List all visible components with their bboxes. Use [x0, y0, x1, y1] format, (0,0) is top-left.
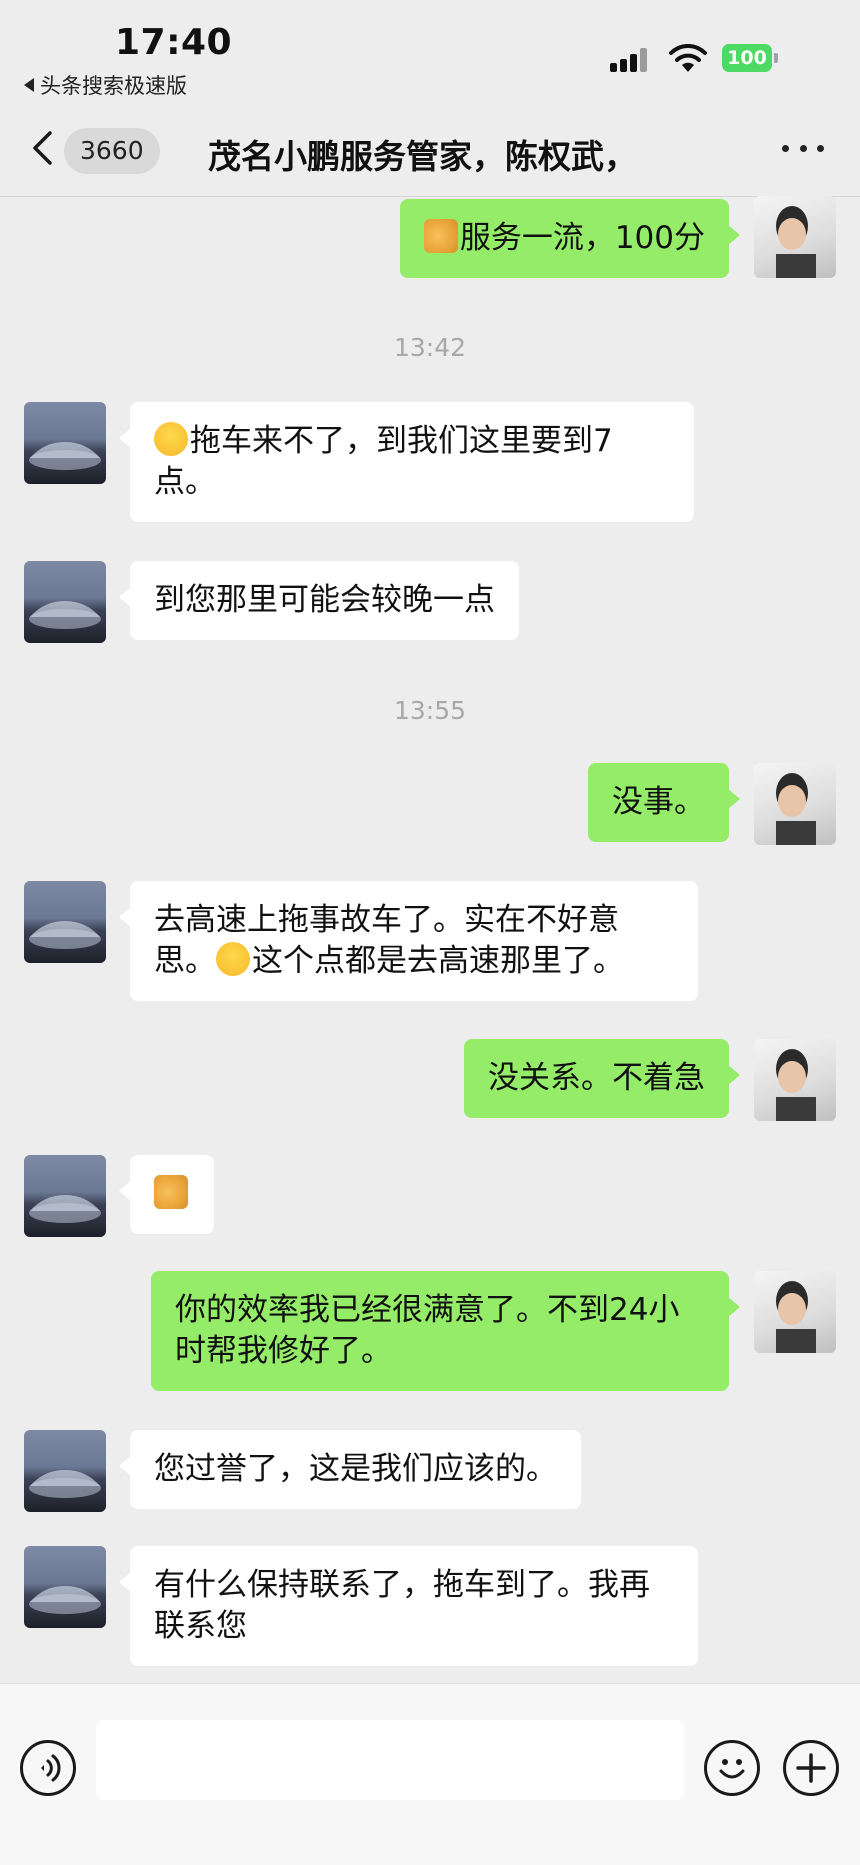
agent-avatar[interactable]: [24, 1546, 106, 1628]
my-avatar[interactable]: [754, 1271, 836, 1353]
message-text: 您过誉了，这是我们应该的。: [154, 1451, 557, 1487]
dot-icon: [799, 144, 807, 152]
message-text: 没事。: [612, 784, 705, 820]
agent-avatar[interactable]: [24, 561, 106, 643]
chat-header: 3660 茂名小鹏服务管家，陈权武，: [0, 100, 860, 197]
my-avatar[interactable]: [754, 196, 836, 278]
message-list[interactable]: 服务一流，100分 13:42 拖车来不了，到我们这里要到7点。 到您那里可能会…: [0, 196, 860, 1683]
message-timestamp: 13:55: [393, 696, 467, 725]
status-time: 17:40: [115, 22, 233, 63]
message-bubble-incoming[interactable]: 有什么保持联系了，拖车到了。我再联系您: [119, 1546, 698, 1666]
my-avatar[interactable]: [754, 763, 836, 845]
back-to-app-link[interactable]: 头条搜索极速版: [24, 70, 187, 100]
back-app-label: 头条搜索极速版: [40, 74, 187, 98]
message-bubble-incoming[interactable]: 到您那里可能会较晚一点: [119, 561, 519, 640]
battery-icon: 100: [722, 44, 778, 72]
battery-level: 100: [722, 44, 772, 72]
message-timestamp: 13:42: [393, 333, 467, 362]
message-bubble-incoming[interactable]: 您过誉了，这是我们应该的。: [119, 1430, 581, 1509]
message-text: 有什么保持联系了，拖车到了。我再联系您: [154, 1567, 650, 1644]
message-text: 拖车来不了，到我们这里要到7点。: [154, 423, 613, 500]
message-bubble-incoming[interactable]: [119, 1155, 214, 1234]
message-text: 你的效率我已经很满意了。不到24小时帮我修好了。: [175, 1292, 680, 1369]
agent-avatar[interactable]: [24, 402, 106, 484]
handshake-emoji-icon: [154, 1175, 188, 1209]
smiley-icon: [719, 1759, 745, 1779]
message-bubble-outgoing[interactable]: 你的效率我已经很满意了。不到24小时帮我修好了。: [151, 1271, 740, 1391]
status-bar: 17:40 头条搜索极速版 100: [0, 0, 860, 100]
message-bubble-outgoing[interactable]: 没事。: [588, 763, 740, 842]
more-functions-button[interactable]: [783, 1740, 839, 1796]
chat-title: 茂名小鹏服务管家，陈权武，: [208, 137, 637, 176]
message-bubble-outgoing[interactable]: 没关系。不着急: [464, 1039, 740, 1118]
input-bar: [0, 1683, 860, 1865]
back-triangle-icon: [24, 78, 34, 92]
message-text: 到您那里可能会较晚一点: [154, 582, 495, 618]
crying-emoji-icon: [154, 422, 188, 456]
laughing-emoji-icon: [216, 942, 250, 976]
my-avatar[interactable]: [754, 1039, 836, 1121]
dot-icon: [817, 144, 824, 152]
unread-count-badge[interactable]: 3660: [64, 128, 160, 174]
message-text: 没关系。不着急: [488, 1060, 705, 1096]
message-bubble-incoming[interactable]: 拖车来不了，到我们这里要到7点。: [119, 402, 694, 522]
message-text: 服务一流，100分: [459, 220, 705, 256]
more-options-button[interactable]: [782, 136, 824, 160]
message-bubble-outgoing[interactable]: 服务一流，100分: [399, 199, 741, 278]
voice-input-button[interactable]: [20, 1740, 76, 1796]
agent-avatar[interactable]: [24, 1155, 106, 1237]
handshake-emoji-icon: [423, 219, 458, 253]
wifi-icon: [669, 44, 707, 72]
agent-avatar[interactable]: [24, 1430, 106, 1512]
plus-icon: [796, 1753, 826, 1783]
emoji-picker-button[interactable]: [704, 1740, 760, 1796]
message-input[interactable]: [96, 1720, 684, 1800]
dot-icon: [782, 144, 789, 152]
voice-wave-icon: [41, 1754, 61, 1782]
agent-avatar[interactable]: [24, 881, 106, 963]
cellular-signal-icon: [610, 48, 654, 72]
back-chevron-icon[interactable]: [30, 130, 56, 166]
message-text: 这个点都是去高速那里了。: [252, 943, 624, 979]
message-bubble-incoming[interactable]: 去高速上拖事故车了。实在不好意思。 这个点都是去高速那里了。: [119, 881, 698, 1001]
